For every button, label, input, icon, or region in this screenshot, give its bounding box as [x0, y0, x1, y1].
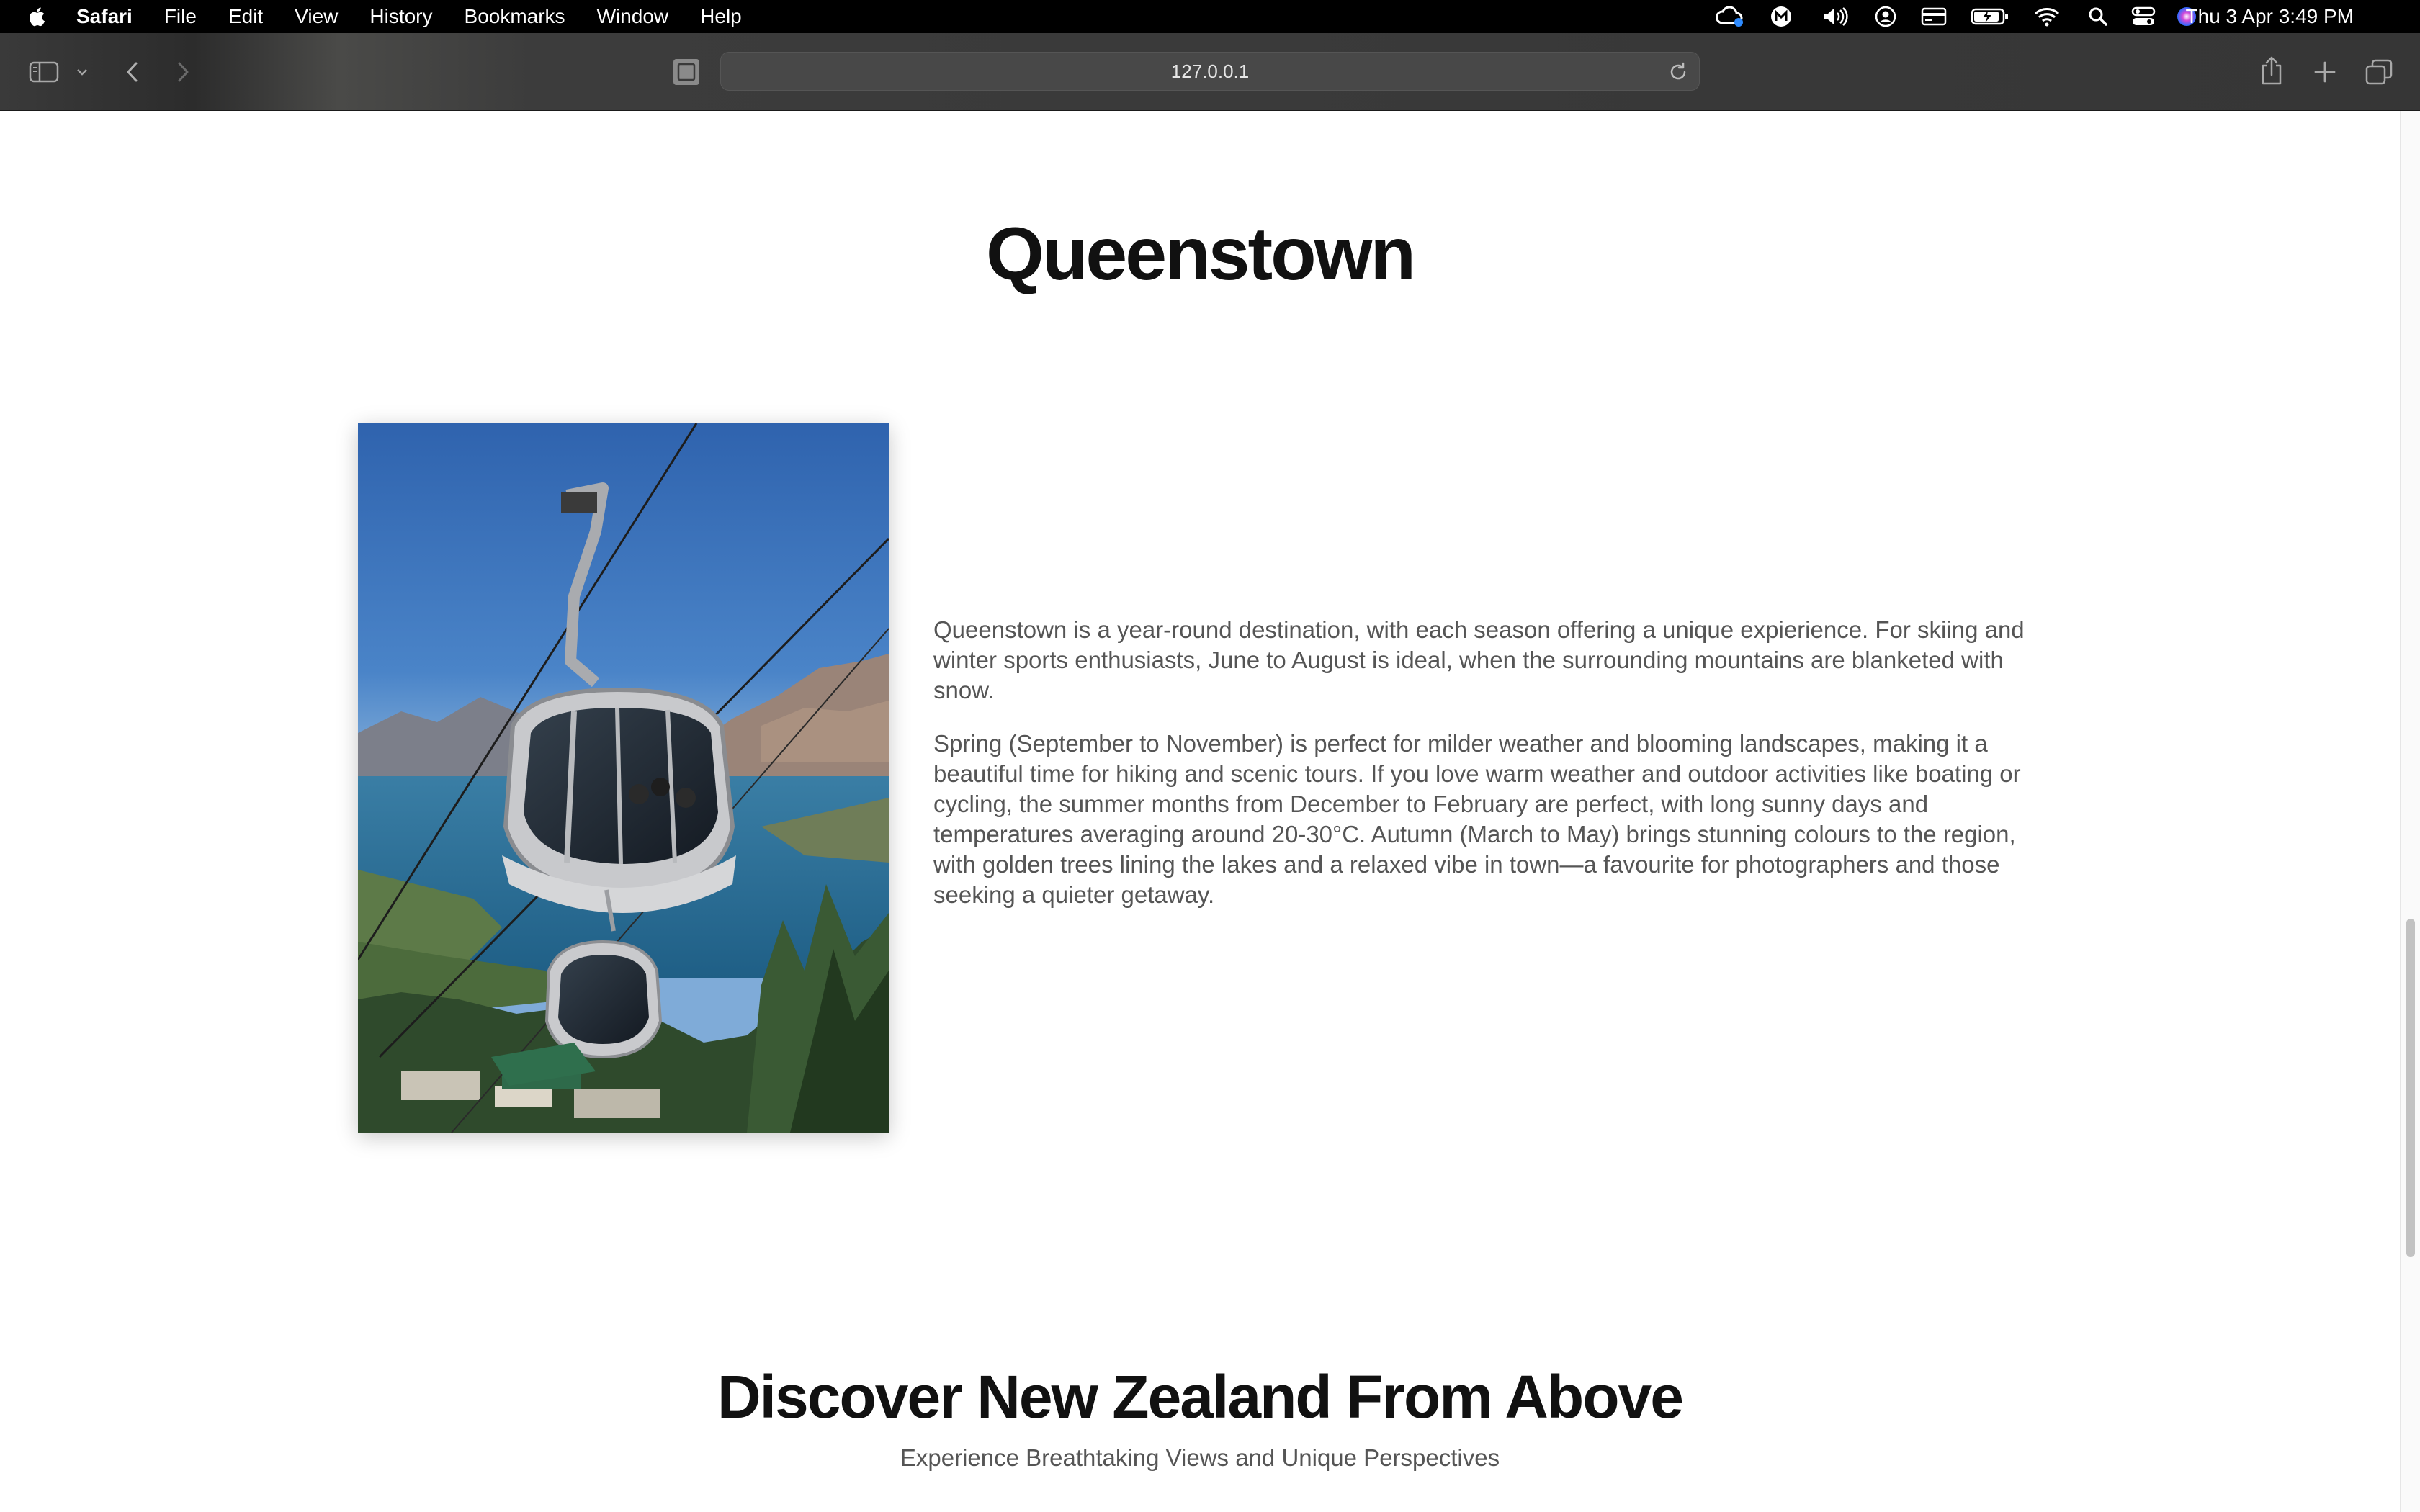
gondola-photo: [358, 423, 889, 1133]
card-icon[interactable]: [1920, 6, 1948, 27]
wifi-icon[interactable]: [2033, 6, 2061, 27]
menu-window[interactable]: Window: [597, 5, 669, 28]
creative-cloud-icon[interactable]: [1714, 6, 1746, 27]
menu-safari[interactable]: Safari: [76, 5, 133, 28]
scrollbar-thumb[interactable]: [2406, 919, 2415, 1257]
user-account-icon[interactable]: [1874, 6, 1897, 27]
menu-bar: Safari File Edit View History Bookmarks …: [0, 0, 2420, 33]
vertical-scrollbar[interactable]: [2400, 111, 2420, 1512]
apple-logo-icon[interactable]: [26, 4, 49, 29]
section-title: Discover New Zealand From Above: [717, 1363, 1684, 1431]
reload-icon[interactable]: [1667, 61, 1689, 83]
sidebar-toggle-icon[interactable]: [26, 58, 62, 86]
menu-view[interactable]: View: [295, 5, 338, 28]
web-page: Queenstown Queenstown is a year-round de…: [0, 111, 2400, 1512]
menu-bookmarks[interactable]: Bookmarks: [465, 5, 565, 28]
description-paragraph-1: Queenstown is a year-round destination, …: [933, 616, 2025, 703]
malware-shield-icon[interactable]: [1769, 6, 1793, 27]
forward-arrow-icon[interactable]: [169, 58, 197, 86]
browser-toolbar: 127.0.0.1: [0, 33, 2420, 111]
tab-overview-icon[interactable]: [2364, 58, 2394, 86]
menu-edit[interactable]: Edit: [228, 5, 263, 28]
search-icon[interactable]: [2087, 6, 2109, 27]
address-bar[interactable]: 127.0.0.1: [720, 52, 1700, 91]
new-tab-icon[interactable]: [2311, 58, 2339, 86]
reader-view-icon[interactable]: [670, 58, 703, 86]
battery-icon[interactable]: [1971, 6, 2009, 27]
back-arrow-icon[interactable]: [118, 58, 147, 86]
section-subtitle: Experience Breathtaking Views and Unique…: [900, 1444, 1500, 1471]
status-area: Thu 3 Apr 3:49 PM: [1714, 0, 2420, 33]
volume-icon[interactable]: [1821, 6, 1850, 27]
description-paragraph-2: Spring (September to November) is perfec…: [933, 730, 2021, 908]
menu-history[interactable]: History: [369, 5, 432, 28]
chevron-down-icon[interactable]: [72, 62, 92, 82]
url-text[interactable]: 127.0.0.1: [721, 53, 1699, 90]
menu-help[interactable]: Help: [700, 5, 742, 28]
page-title: Queenstown: [985, 212, 1416, 296]
description: Queenstown is a year-round destination, …: [933, 615, 2057, 933]
share-icon[interactable]: [2257, 53, 2286, 88]
menu-file[interactable]: File: [164, 5, 197, 28]
menu-bar-clock[interactable]: Thu 3 Apr 3:49 PM: [2186, 0, 2354, 33]
control-center-icon[interactable]: [2130, 6, 2156, 27]
